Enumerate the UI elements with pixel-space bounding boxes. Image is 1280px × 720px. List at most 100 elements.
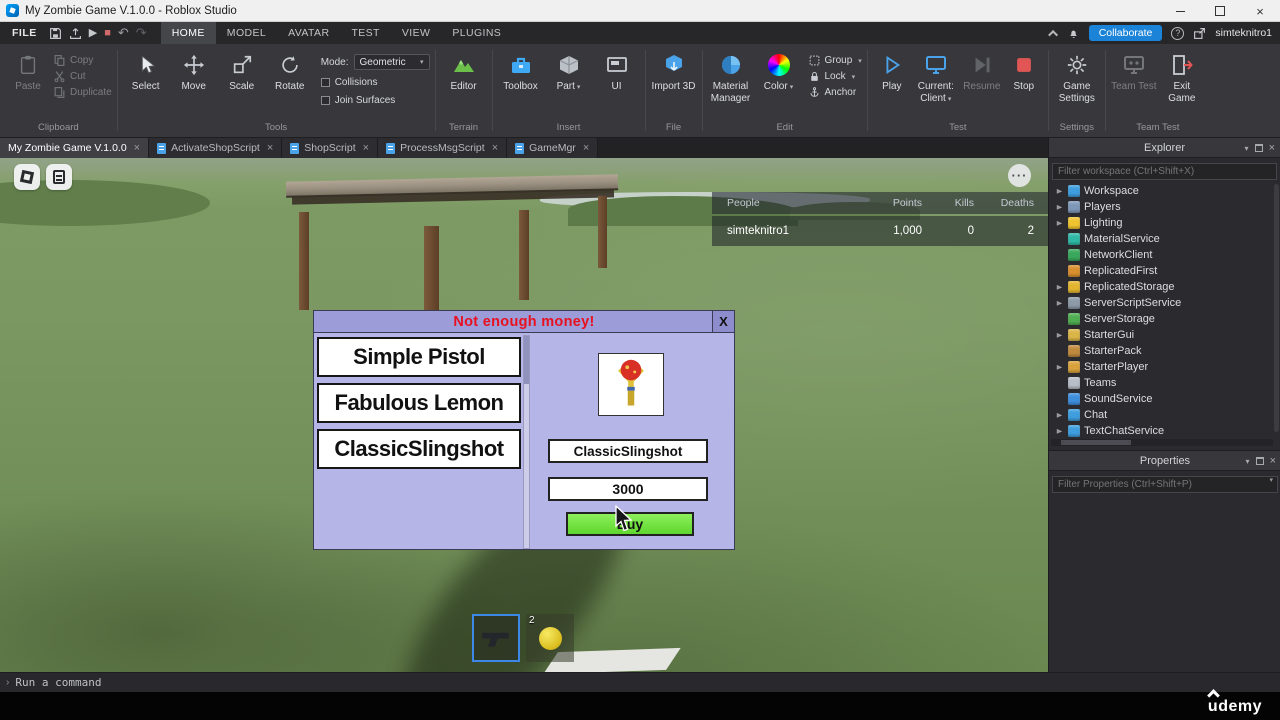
explorer-vertical-scrollbar[interactable]	[1274, 184, 1279, 432]
menu-tab-home[interactable]: HOME	[160, 22, 216, 44]
explorer-item-networkclient[interactable]: NetworkClient	[1049, 247, 1280, 263]
explorer-item-lighting[interactable]: ▶ Lighting	[1049, 215, 1280, 231]
join-surfaces-checkbox-row[interactable]: Join Surfaces	[320, 95, 430, 106]
part-button[interactable]: Part ▾	[546, 49, 592, 93]
float-panel-icon[interactable]	[1255, 457, 1264, 465]
close-button[interactable]: ×	[1240, 0, 1280, 22]
terrain-editor-button[interactable]: Editor	[441, 49, 487, 93]
expand-arrow-icon[interactable]: ▶	[1055, 299, 1064, 306]
exit-game-button[interactable]: Exit Game	[1159, 49, 1205, 104]
document-tab[interactable]: ActivateShopScript ×	[149, 138, 283, 158]
anchor-button[interactable]: Anchor	[808, 86, 862, 99]
expand-arrow-icon[interactable]: ▶	[1055, 331, 1064, 338]
move-tool-button[interactable]: Move	[171, 49, 217, 93]
expand-arrow-icon[interactable]: ▶	[1055, 187, 1064, 194]
rotate-tool-button[interactable]: Rotate	[267, 49, 313, 93]
group-button[interactable]: Group ▾	[808, 54, 862, 67]
explorer-item-chat[interactable]: ▶ Chat	[1049, 407, 1280, 423]
expand-arrow-icon[interactable]: ▶	[1055, 283, 1064, 290]
mode-dropdown[interactable]: Geometric ▾	[353, 54, 430, 70]
game-viewport[interactable]: ··· People Points Kills Deaths simteknitro1…	[0, 158, 1048, 672]
toolbox-button[interactable]: Toolbox	[498, 49, 544, 93]
notification-bell-icon[interactable]	[1067, 27, 1080, 40]
hotbar-slot-1[interactable]	[472, 614, 520, 662]
close-tab-icon[interactable]: ×	[363, 142, 369, 154]
explorer-item-replicatedfirst[interactable]: ReplicatedFirst	[1049, 263, 1280, 279]
close-tab-icon[interactable]: ×	[134, 142, 140, 154]
expand-arrow-icon[interactable]: ▶	[1055, 411, 1064, 418]
help-icon[interactable]: ?	[1171, 26, 1185, 40]
close-panel-icon[interactable]: ×	[1270, 455, 1276, 467]
play-quick-icon[interactable]: ▶	[89, 22, 97, 44]
explorer-item-serverscriptservice[interactable]: ▶ ServerScriptService	[1049, 295, 1280, 311]
document-tab[interactable]: ShopScript ×	[282, 138, 379, 158]
properties-filter-input[interactable]	[1052, 476, 1278, 493]
explorer-item-textchatservice[interactable]: ▶ TextChatService	[1049, 423, 1280, 439]
explorer-item-startergui[interactable]: ▶ StarterGui	[1049, 327, 1280, 343]
close-panel-icon[interactable]: ×	[1269, 142, 1275, 154]
username-label[interactable]: simteknitro1	[1215, 27, 1272, 39]
stop-button[interactable]: Stop	[1005, 49, 1043, 93]
game-settings-button[interactable]: Game Settings	[1054, 49, 1100, 104]
redo-icon[interactable]: ↷	[136, 22, 147, 44]
chat-toggle-button[interactable]	[46, 164, 72, 190]
document-tab[interactable]: My Zombie Game V.1.0.0 ×	[0, 138, 150, 158]
expand-arrow-icon[interactable]: ▶	[1055, 363, 1064, 370]
team-test-button[interactable]: Team Test	[1111, 49, 1157, 93]
explorer-filter-input[interactable]	[1052, 163, 1277, 180]
menu-tab-model[interactable]: MODEL	[216, 22, 277, 44]
close-tab-icon[interactable]: ×	[267, 142, 273, 154]
publish-icon[interactable]	[69, 27, 82, 40]
scrollbar-thumb[interactable]	[1061, 440, 1131, 445]
explorer-item-players[interactable]: ▶ Players	[1049, 199, 1280, 215]
shop-close-button[interactable]: X	[712, 311, 734, 332]
current-client-button[interactable]: Current: Client ▾	[913, 49, 959, 104]
command-bar[interactable]: › Run a command	[0, 672, 1280, 692]
explorer-item-replicatedstorage[interactable]: ▶ ReplicatedStorage	[1049, 279, 1280, 295]
scale-tool-button[interactable]: Scale	[219, 49, 265, 93]
explorer-item-serverstorage[interactable]: ServerStorage	[1049, 311, 1280, 327]
copy-button[interactable]: Copy	[53, 54, 112, 67]
float-panel-icon[interactable]	[1254, 144, 1263, 152]
explorer-item-workspace[interactable]: ▶ Workspace	[1049, 183, 1280, 199]
explorer-horizontal-scrollbar[interactable]	[1051, 439, 1273, 446]
close-tab-icon[interactable]: ×	[583, 142, 589, 154]
collisions-checkbox[interactable]	[320, 78, 330, 87]
scrollbar-thumb[interactable]	[524, 336, 529, 384]
shop-item-classicslingshot[interactable]: ClassicSlingshot	[317, 429, 521, 469]
collapse-ribbon-icon[interactable]	[1047, 29, 1058, 40]
chevron-down-icon[interactable]: ▾	[1246, 457, 1250, 466]
save-icon[interactable]	[49, 27, 62, 40]
maximize-button[interactable]	[1200, 0, 1240, 22]
menu-tab-view[interactable]: VIEW	[391, 22, 441, 44]
menu-tab-test[interactable]: TEST	[340, 22, 390, 44]
color-button[interactable]: Color ▾	[756, 49, 802, 93]
shop-item-fabulous-lemon[interactable]: Fabulous Lemon	[317, 383, 521, 423]
shop-scrollbar[interactable]	[523, 335, 530, 549]
explorer-item-materialservice[interactable]: MaterialService	[1049, 231, 1280, 247]
stop-quick-icon[interactable]: ■	[104, 22, 111, 44]
select-tool-button[interactable]: Select	[123, 49, 169, 93]
resume-button[interactable]: Resume	[961, 49, 1003, 93]
chevron-down-icon[interactable]: ▾	[1245, 144, 1249, 153]
share-icon[interactable]	[1193, 27, 1206, 40]
ui-button[interactable]: UI	[594, 49, 640, 93]
explorer-item-teams[interactable]: Teams	[1049, 375, 1280, 391]
document-tab[interactable]: GameMgr ×	[507, 138, 599, 158]
shop-item-simple-pistol[interactable]: Simple Pistol	[317, 337, 521, 377]
hotbar-slot-2[interactable]: 2	[526, 614, 574, 662]
lock-button[interactable]: Lock ▾	[808, 70, 862, 83]
undo-icon[interactable]: ↶	[118, 22, 129, 44]
play-button[interactable]: Play	[873, 49, 911, 93]
collisions-checkbox-row[interactable]: Collisions	[320, 77, 430, 88]
file-menu-button[interactable]: FILE	[0, 27, 49, 39]
more-options-button[interactable]: ···	[1008, 164, 1031, 187]
import-3d-button[interactable]: Import 3D	[651, 49, 697, 93]
cut-button[interactable]: Cut	[53, 70, 112, 83]
explorer-item-starterplayer[interactable]: ▶ StarterPlayer	[1049, 359, 1280, 375]
close-tab-icon[interactable]: ×	[492, 142, 498, 154]
expand-arrow-icon[interactable]: ▶	[1055, 427, 1064, 434]
document-tab[interactable]: ProcessMsgScript ×	[378, 138, 508, 158]
paste-button[interactable]: Paste	[5, 49, 51, 93]
collaborate-button[interactable]: Collaborate	[1088, 25, 1163, 41]
